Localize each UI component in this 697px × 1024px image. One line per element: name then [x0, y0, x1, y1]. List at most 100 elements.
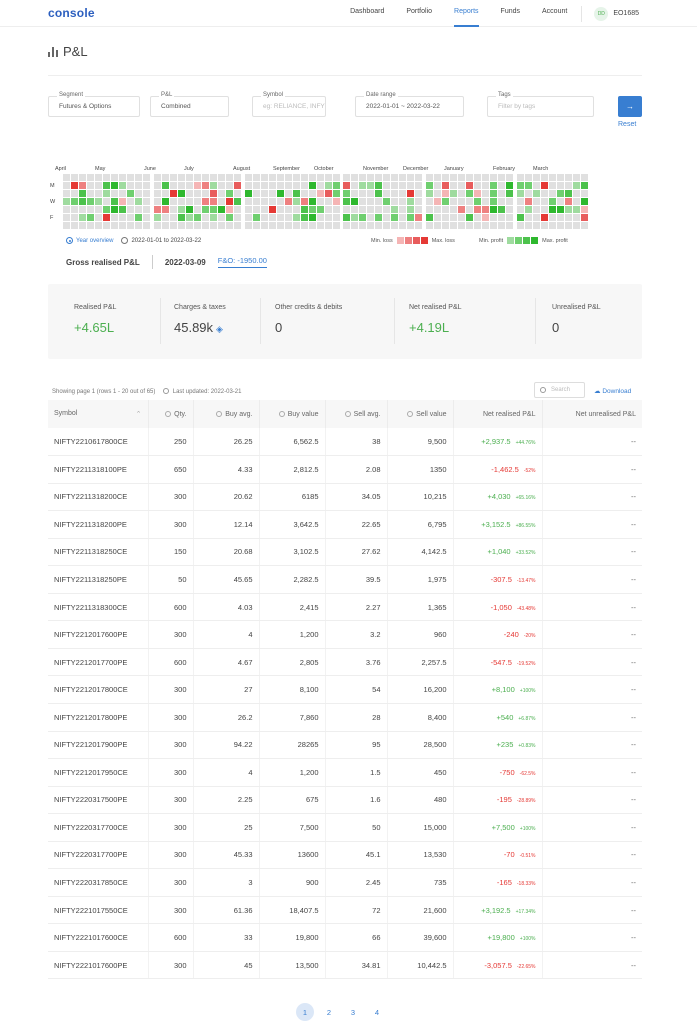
heatmap-day-cell[interactable] [71, 222, 78, 229]
heatmap-day-cell[interactable] [466, 174, 473, 181]
col-qty[interactable]: Qty. [148, 400, 194, 428]
heatmap-day-cell[interactable] [498, 198, 505, 205]
heatmap-day-cell[interactable] [317, 222, 324, 229]
heatmap-day-cell[interactable] [533, 206, 540, 213]
date-range-input[interactable]: Date range 2022-01-01 ~ 2022-03-22 [355, 92, 464, 117]
heatmap-day-cell[interactable] [565, 190, 572, 197]
heatmap-day-cell[interactable] [135, 182, 142, 189]
heatmap-day-cell[interactable] [359, 174, 366, 181]
heatmap-day-cell[interactable] [170, 206, 177, 213]
heatmap-day-cell[interactable] [154, 214, 161, 221]
heatmap-day-cell[interactable] [210, 198, 217, 205]
heatmap-day-cell[interactable] [573, 198, 580, 205]
heatmap-day-cell[interactable] [581, 222, 588, 229]
nav-portfolio[interactable]: Portfolio [406, 0, 432, 27]
heatmap-day-cell[interactable] [565, 206, 572, 213]
heatmap-day-cell[interactable] [391, 182, 398, 189]
heatmap-day-cell[interactable] [434, 198, 441, 205]
col-sell-value[interactable]: Sell value [387, 400, 454, 428]
table-row[interactable]: NIFTY2212017800CE 300 27 8,100 54 16,200 +8,10… [48, 675, 642, 704]
heatmap-day-cell[interactable] [170, 214, 177, 221]
heatmap-day-cell[interactable] [245, 182, 252, 189]
heatmap-day-cell[interactable] [178, 182, 185, 189]
heatmap-day-cell[interactable] [442, 214, 449, 221]
heatmap-day-cell[interactable] [541, 222, 548, 229]
heatmap-day-cell[interactable] [407, 198, 414, 205]
heatmap-day-cell[interactable] [79, 174, 86, 181]
heatmap-day-cell[interactable] [234, 174, 241, 181]
heatmap-day-cell[interactable] [367, 198, 374, 205]
heatmap-day-cell[interactable] [202, 198, 209, 205]
heatmap-day-cell[interactable] [573, 190, 580, 197]
heatmap-day-cell[interactable] [458, 222, 465, 229]
radio-year-overview-label[interactable]: Year overview [76, 238, 113, 244]
table-row[interactable]: NIFTY2221017600PE 300 45 13,500 34.81 10,442.… [48, 951, 642, 980]
heatmap-day-cell[interactable] [194, 190, 201, 197]
heatmap-day-cell[interactable] [277, 222, 284, 229]
heatmap-day-cell[interactable] [226, 174, 233, 181]
heatmap-day-cell[interactable] [343, 198, 350, 205]
heatmap-day-cell[interactable] [154, 182, 161, 189]
heatmap-day-cell[interactable] [127, 198, 134, 205]
heatmap-day-cell[interactable] [581, 214, 588, 221]
col-net-realised[interactable]: Net realised P&L [453, 400, 543, 428]
heatmap-day-cell[interactable] [466, 198, 473, 205]
table-row[interactable]: NIFTY2212017900PE 300 94.22 28265 95 28,500 +2… [48, 731, 642, 760]
col-net-unrealised[interactable]: Net unrealised P&L [542, 400, 642, 428]
heatmap-day-cell[interactable] [325, 190, 332, 197]
radio-year-overview[interactable] [66, 237, 73, 244]
heatmap-day-cell[interactable] [490, 182, 497, 189]
heatmap-day-cell[interactable] [391, 206, 398, 213]
heatmap-day-cell[interactable] [383, 174, 390, 181]
heatmap-day-cell[interactable] [301, 182, 308, 189]
heatmap-day-cell[interactable] [359, 182, 366, 189]
heatmap-day-cell[interactable] [482, 206, 489, 213]
heatmap-day-cell[interactable] [375, 214, 382, 221]
heatmap-day-cell[interactable] [359, 222, 366, 229]
heatmap-day-cell[interactable] [269, 206, 276, 213]
heatmap-day-cell[interactable] [458, 214, 465, 221]
heatmap-day-cell[interactable] [351, 206, 358, 213]
heatmap-day-cell[interactable] [506, 198, 513, 205]
heatmap-day-cell[interactable] [143, 222, 150, 229]
heatmap-day-cell[interactable] [127, 174, 134, 181]
heatmap-day-cell[interactable] [426, 182, 433, 189]
heatmap-day-cell[interactable] [269, 222, 276, 229]
page-3[interactable]: 3 [344, 1003, 362, 1021]
heatmap-day-cell[interactable] [517, 174, 524, 181]
heatmap-day-cell[interactable] [87, 182, 94, 189]
heatmap-day-cell[interactable] [186, 190, 193, 197]
heatmap-day-cell[interactable] [79, 222, 86, 229]
heatmap-day-cell[interactable] [541, 198, 548, 205]
heatmap-day-cell[interactable] [367, 174, 374, 181]
heatmap-day-cell[interactable] [317, 214, 324, 221]
heatmap-day-cell[interactable] [399, 182, 406, 189]
heatmap-day-cell[interactable] [245, 206, 252, 213]
heatmap-day-cell[interactable] [71, 174, 78, 181]
heatmap-day-cell[interactable] [285, 182, 292, 189]
heatmap-day-cell[interactable] [490, 190, 497, 197]
heatmap-day-cell[interactable] [482, 198, 489, 205]
heatmap-day-cell[interactable] [581, 174, 588, 181]
heatmap-day-cell[interactable] [415, 222, 422, 229]
heatmap-day-cell[interactable] [293, 206, 300, 213]
heatmap-day-cell[interactable] [549, 198, 556, 205]
pnl-heatmap[interactable] [63, 174, 588, 230]
heatmap-day-cell[interactable] [407, 222, 414, 229]
heatmap-day-cell[interactable] [87, 190, 94, 197]
page-2[interactable]: 2 [320, 1003, 338, 1021]
heatmap-day-cell[interactable] [143, 190, 150, 197]
heatmap-day-cell[interactable] [218, 198, 225, 205]
heatmap-day-cell[interactable] [143, 206, 150, 213]
table-row[interactable]: NIFTY2210617800CE 250 26.25 6,562.5 38 9,500 +… [48, 428, 642, 457]
heatmap-day-cell[interactable] [63, 206, 70, 213]
console-logo[interactable]: console [48, 6, 95, 20]
heatmap-day-cell[interactable] [261, 182, 268, 189]
heatmap-day-cell[interactable] [498, 222, 505, 229]
tags-input[interactable]: Tags Filter by tags [487, 92, 594, 117]
heatmap-day-cell[interactable] [301, 206, 308, 213]
heatmap-day-cell[interactable] [210, 190, 217, 197]
heatmap-day-cell[interactable] [426, 214, 433, 221]
heatmap-day-cell[interactable] [415, 198, 422, 205]
heatmap-day-cell[interactable] [269, 174, 276, 181]
